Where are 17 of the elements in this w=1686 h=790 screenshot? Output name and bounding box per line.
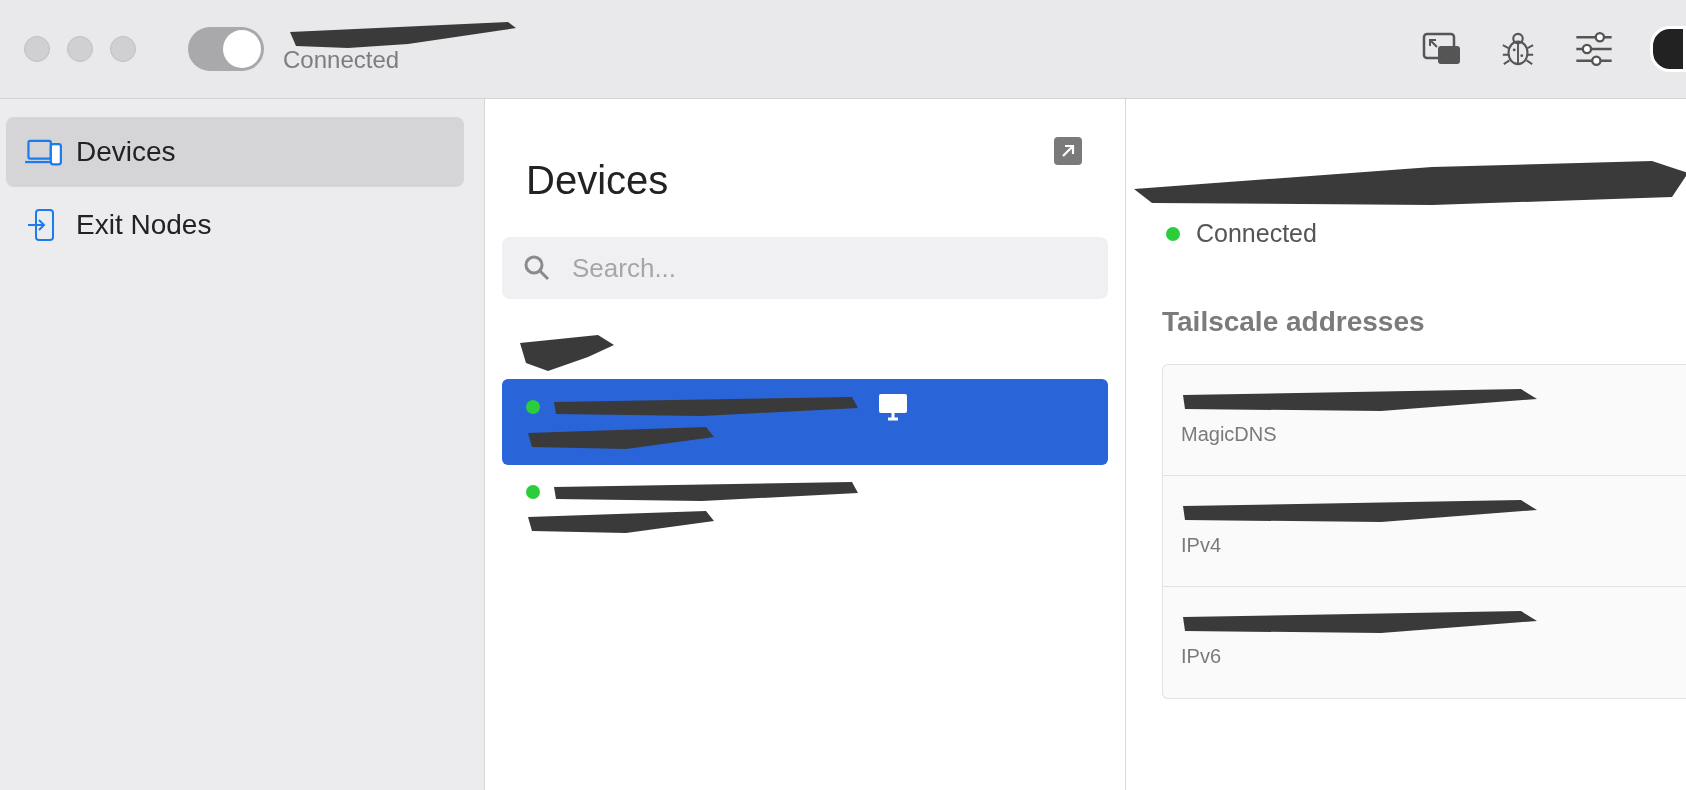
section-title: Tailscale addresses xyxy=(1162,306,1426,338)
sidebar-item[interactable]: Devices xyxy=(6,117,464,187)
search-field[interactable]: Search... xyxy=(502,237,1108,299)
sidebar-item[interactable]: Exit Nodes xyxy=(6,190,464,260)
search-icon xyxy=(524,255,550,281)
connection-status: Connected xyxy=(283,46,401,74)
devices-heading: Devices xyxy=(526,158,669,203)
vpn-toggle[interactable] xyxy=(188,27,264,71)
address-label: IPv4 xyxy=(1181,534,1223,557)
device-status: Connected xyxy=(1196,219,1317,248)
picture-in-picture-icon[interactable] xyxy=(1422,31,1462,67)
sliders-icon[interactable] xyxy=(1574,31,1614,67)
address-label: MagicDNS xyxy=(1181,423,1278,446)
avatar[interactable] xyxy=(1650,26,1686,72)
open-external-button[interactable] xyxy=(1054,137,1082,165)
monitor-icon xyxy=(878,393,908,421)
address-label: IPv6 xyxy=(1181,645,1223,668)
